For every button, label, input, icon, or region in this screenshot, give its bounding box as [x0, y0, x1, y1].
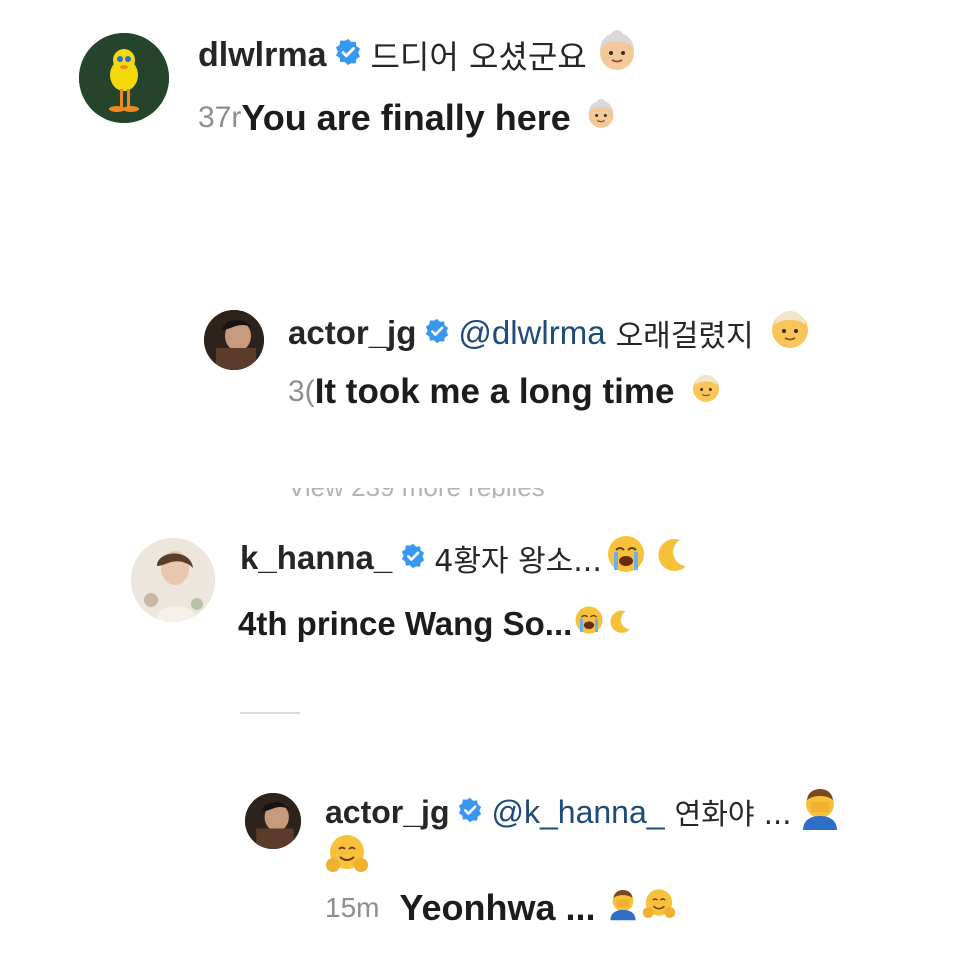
- comment-text: 4황자 왕소...: [434, 544, 602, 579]
- mention-link[interactable]: @k_hanna_: [491, 794, 664, 831]
- older-woman-icon: [585, 97, 617, 139]
- older-woman-icon: [595, 29, 639, 82]
- loudly-crying-face-icon: [574, 605, 604, 643]
- translation-text: 4th prince Wang So...: [238, 605, 573, 642]
- username[interactable]: actor_jg: [288, 314, 416, 352]
- hugging-face-icon: [642, 887, 676, 930]
- man-facepalming-icon: [797, 786, 843, 838]
- tweety-icon: [79, 33, 169, 123]
- hugging-face-icon: [325, 832, 369, 881]
- verified-badge-icon: [457, 794, 483, 831]
- crescent-moon-icon: [606, 605, 634, 643]
- reply-divider: [240, 712, 300, 714]
- comment-text: 연화야 ...: [674, 797, 792, 831]
- comment-dlwlrma: dlwlrma 드디어 오셨군요 37r You are finally her…: [0, 0, 960, 160]
- comment-time: 37r: [198, 101, 242, 134]
- verified-badge-icon: [400, 539, 426, 577]
- avatar-k-hanna[interactable]: [131, 538, 215, 622]
- username[interactable]: k_hanna_: [240, 539, 392, 577]
- avatar-dlwlrma[interactable]: [79, 33, 169, 123]
- older-man-icon: [768, 307, 812, 359]
- profile-photo-icon: [131, 538, 215, 622]
- reply-actor-jg-1: actor_jg @dlwlrma 오래걸렸지 3( It took me a …: [0, 290, 960, 450]
- verified-badge-icon: [334, 36, 362, 75]
- comment-text: 오래걸렸지: [615, 319, 754, 354]
- reply-actor-jg-2: actor_jg @k_hanna_ 연화야 ... 15m Yeonhwa .…: [0, 775, 960, 945]
- view-more-replies-link[interactable]: View 239 more replies: [288, 488, 688, 498]
- avatar-actor-jg[interactable]: [204, 310, 264, 370]
- username[interactable]: actor_jg: [325, 794, 449, 831]
- comment-time: 15m: [325, 892, 380, 923]
- translation-text: You are finally here: [241, 97, 571, 138]
- man-facepalming-icon: [606, 887, 640, 930]
- avatar-actor-jg[interactable]: [245, 793, 301, 849]
- loudly-crying-face-icon: [606, 534, 646, 582]
- mention-link[interactable]: @dlwlrma: [458, 314, 605, 352]
- username[interactable]: dlwlrma: [198, 36, 326, 75]
- translation-text: It took me a long time: [314, 372, 675, 411]
- comment-text: 드디어 오셨군요: [370, 38, 587, 76]
- older-man-icon: [690, 372, 722, 413]
- comment-k-hanna: k_hanna_ 4황자 왕소... 4th prince Wang So...: [0, 520, 960, 680]
- translation-text: Yeonhwa ...: [399, 887, 596, 928]
- crescent-moon-icon: [652, 534, 692, 582]
- verified-badge-icon: [424, 314, 450, 352]
- comment-time: 3(: [288, 375, 315, 408]
- profile-photo-icon: [245, 793, 301, 849]
- profile-photo-icon: [204, 310, 264, 370]
